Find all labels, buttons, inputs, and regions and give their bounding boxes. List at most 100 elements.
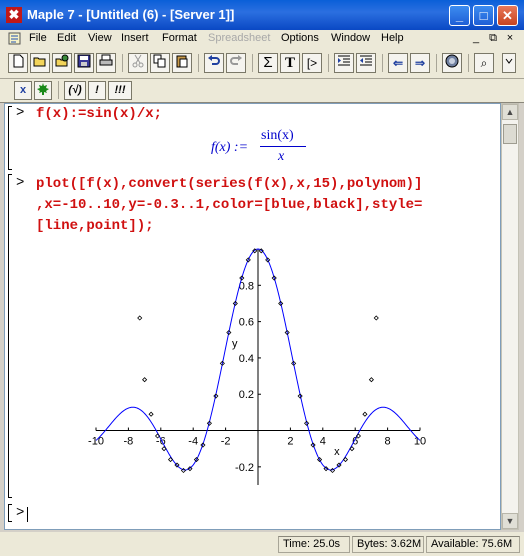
status-time: Time: 25.0s [278, 536, 350, 553]
worksheet[interactable]: > f(x):=sin(x)/x; f(x) := sin(x) x > plo… [4, 103, 501, 530]
document-icon[interactable] [8, 32, 21, 45]
maximize-button[interactable]: □ [473, 5, 494, 26]
mdi-minimize-button[interactable]: _ [469, 32, 483, 45]
series-point [142, 377, 148, 383]
menu-spreadsheet[interactable]: Spreadsheet [208, 32, 270, 44]
menu-format[interactable]: Format [162, 32, 197, 44]
status-bytes: Bytes: 3.62M [352, 536, 424, 553]
back-button[interactable]: ⇐ [388, 53, 408, 73]
toolbar-separator [328, 54, 329, 72]
close-icon: ✕ [502, 8, 513, 23]
save-icon [77, 54, 91, 68]
menu-insert[interactable]: Insert [121, 32, 149, 44]
indent-icon [338, 55, 350, 66]
toolbar-separator [382, 54, 383, 72]
insert-text-button[interactable]: T [280, 53, 300, 73]
new-file-button[interactable] [8, 53, 28, 73]
maximize-icon: □ [479, 8, 488, 23]
menu-help[interactable]: Help [381, 32, 404, 44]
toolbar-scroll-button[interactable] [502, 53, 516, 73]
zoom-button[interactable]: ⌕ [474, 53, 494, 73]
toolbar-separator [436, 54, 437, 72]
series-point [373, 315, 379, 321]
chevron-down-icon [505, 58, 513, 64]
maple-leaf-button[interactable] [34, 81, 52, 100]
paste-icon [176, 55, 188, 68]
x-tick-label: 10 [414, 436, 426, 448]
outdent-icon [360, 55, 372, 66]
insert-math-button[interactable]: Σ [258, 53, 278, 73]
text-cursor [27, 507, 28, 522]
open-url-button[interactable] [52, 53, 72, 73]
y-tick-label: 0.2 [239, 389, 254, 401]
x-tick-label: -4 [188, 436, 198, 448]
toolbar-separator [122, 54, 123, 72]
x-tick-label: 8 [385, 436, 391, 448]
series-point [148, 411, 154, 417]
context-toolbar: x (√) ! !!! [0, 79, 524, 103]
toolbar-separator [468, 54, 469, 72]
redo-icon [230, 55, 242, 65]
status-available: Available: 75.6M [426, 536, 520, 553]
y-tick-label: 0.6 [239, 317, 254, 329]
stop-icon [445, 54, 459, 68]
open-folder-icon [33, 57, 46, 67]
undo-button[interactable] [204, 53, 224, 73]
outdent-button[interactable] [356, 53, 376, 73]
main-toolbar: Σ T [> ⇐ ⇒ ⌕ [0, 49, 524, 79]
check-syntax-button[interactable]: (√) [64, 81, 86, 100]
minimize-button[interactable]: _ [449, 5, 470, 26]
x-axis-label: x [334, 446, 340, 458]
scroll-thumb[interactable] [503, 124, 517, 144]
scroll-down-button[interactable]: ▼ [502, 513, 518, 529]
scroll-up-button[interactable]: ▲ [502, 104, 518, 120]
copy-button[interactable] [150, 53, 170, 73]
paste-button[interactable] [172, 53, 192, 73]
minimize-icon: _ [455, 8, 464, 23]
y-tick-label: -0.2 [235, 462, 254, 474]
close-button[interactable]: ✕ [497, 5, 518, 26]
menu-window[interactable]: Window [331, 32, 370, 44]
maple-leaf-icon[interactable]: ✖ [6, 7, 22, 23]
new-file-icon [13, 54, 24, 68]
y-axis-label: y [232, 338, 238, 350]
redo-button[interactable] [226, 53, 246, 73]
menu-options[interactable]: Options [281, 32, 319, 44]
x-tick-label: -2 [221, 436, 231, 448]
menu-view[interactable]: View [88, 32, 112, 44]
insert-prompt-button[interactable]: [> [302, 53, 322, 73]
y-tick-label: 0.4 [239, 353, 254, 365]
vertical-scrollbar[interactable]: ▲ ▼ [501, 103, 519, 530]
menu-edit[interactable]: Edit [57, 32, 76, 44]
math-mode-button[interactable]: x [14, 81, 32, 100]
indent-button[interactable] [334, 53, 354, 73]
save-button[interactable] [74, 53, 94, 73]
series-point [137, 315, 143, 321]
status-bar: Time: 25.0s Bytes: 3.62M Available: 75.6… [0, 532, 524, 556]
cut-button[interactable] [128, 53, 148, 73]
menu-file[interactable]: File [29, 32, 47, 44]
open-file-button[interactable] [30, 53, 50, 73]
window-title: Maple 7 - [Untitled (6) - [Server 1]] [27, 7, 235, 22]
mdi-restore-button[interactable]: ⧉ [486, 32, 500, 45]
toolbar-separator [198, 54, 199, 72]
series-point [362, 411, 368, 417]
maple-leaf-icon [37, 83, 49, 95]
scissors-icon [132, 54, 144, 68]
execute-all-button[interactable]: !!! [108, 81, 132, 100]
stop-button[interactable] [442, 53, 462, 73]
x-tick-label: -8 [124, 436, 134, 448]
mdi-close-button[interactable]: × [503, 32, 517, 45]
plot-output[interactable]: -10 -8 -6 -4 -2 2 4 6 8 10-0.20.20.40.60.8yx [5, 104, 500, 529]
undo-icon [208, 55, 220, 65]
execution-group-bracket[interactable] [8, 504, 12, 522]
execute-button[interactable]: ! [88, 81, 106, 100]
open-url-icon [55, 54, 69, 67]
x-tick-label: 2 [287, 436, 293, 448]
print-button[interactable] [96, 53, 116, 73]
series-point [368, 377, 374, 383]
toolbar-separator [58, 81, 59, 99]
forward-button[interactable]: ⇒ [410, 53, 430, 73]
toolbar-separator [252, 54, 253, 72]
menu-bar: File Edit View Insert Format Spreadsheet… [0, 30, 524, 50]
